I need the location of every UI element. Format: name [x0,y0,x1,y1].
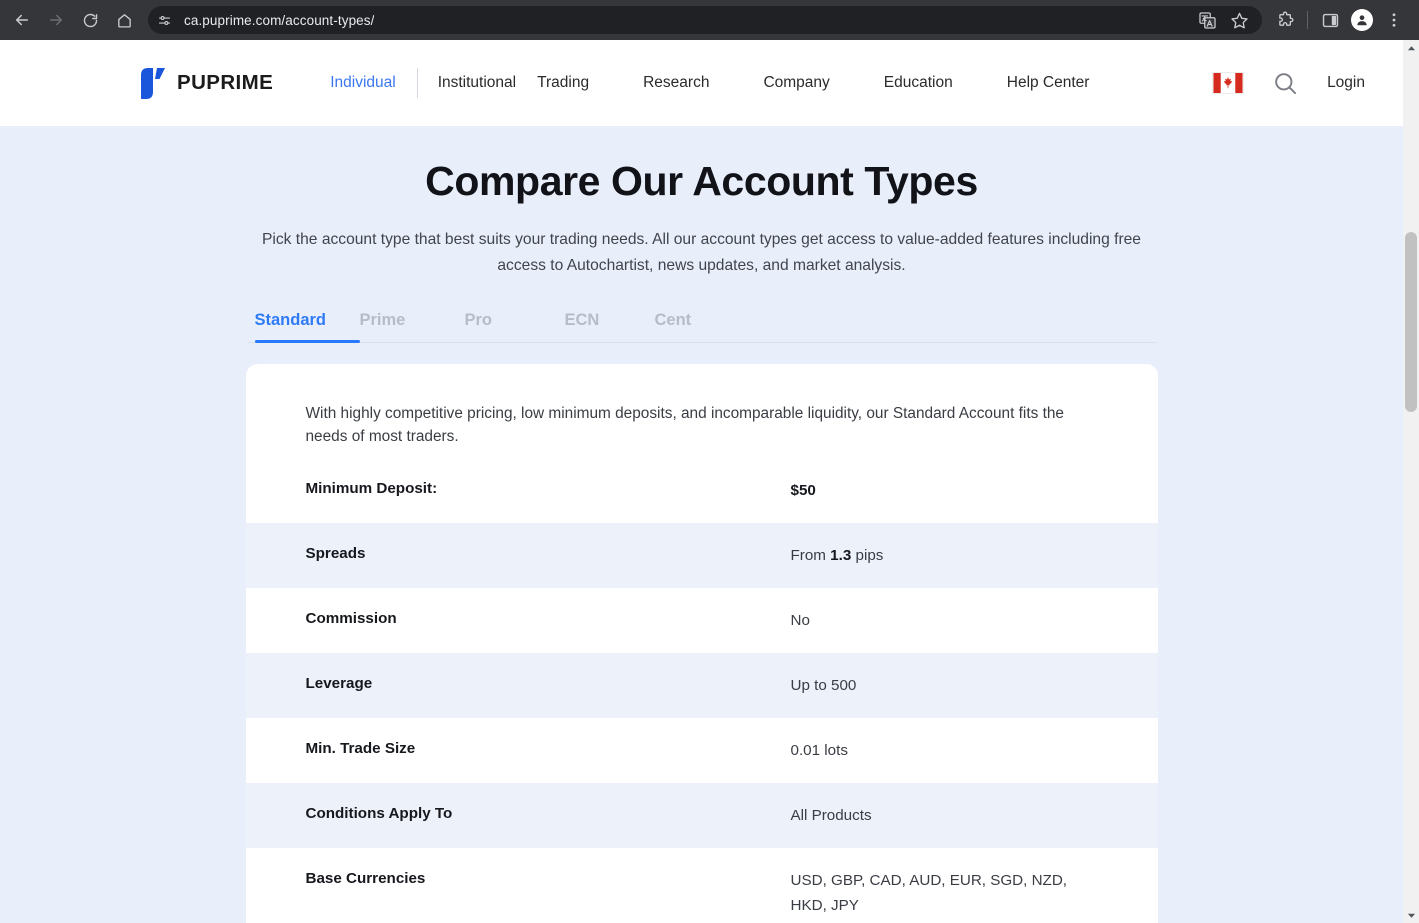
chrome-right-actions [1270,5,1409,35]
tab-prime[interactable]: Prime [360,311,465,342]
back-button[interactable] [6,4,38,36]
side-panel-button[interactable] [1315,5,1345,35]
page-viewport: PUPRIME Individual Institutional Trading… [0,40,1419,923]
row-value: All Products [790,807,872,824]
nav-divider [416,68,418,98]
translate-glyph-icon [1198,11,1216,29]
brand-name: PUPRIME [177,71,274,94]
nav-item-institutional[interactable]: Institutional [438,74,516,92]
chevron-up-icon [1407,45,1415,50]
chevron-down-icon [1407,913,1415,918]
nav-item-trading[interactable]: Trading [537,74,589,92]
table-row: Base Currencies USD, GBP, CAD, AUD, EUR,… [246,848,1158,923]
page-subtitle: Pick the account type that best suits yo… [262,231,1141,274]
search-button[interactable] [1272,70,1299,97]
row-value-strong: $50 [790,482,816,499]
chrome-menu-button[interactable] [1379,5,1409,35]
url-text: ca.puprime.com/account-types/ [184,12,375,28]
row-value: 0.01 lots [790,742,848,759]
nav-item-education[interactable]: Education [884,74,953,92]
side-panel-icon [1322,13,1338,27]
extensions-button[interactable] [1270,5,1300,35]
row-label: Commission [305,610,397,627]
row-value-prefix: From [790,547,831,564]
forward-arrow-icon [50,14,62,26]
puprime-logo-icon [141,68,165,99]
site-header: PUPRIME Individual Institutional Trading… [0,40,1403,126]
puzzle-piece-icon [1278,11,1293,26]
avatar [1351,9,1373,31]
tab-cent[interactable]: Cent [655,311,692,342]
row-value-suffix: pips [851,547,884,564]
omnibox-actions [1196,9,1250,31]
browser-toolbar: ca.puprime.com/account-types/ [0,0,1419,40]
table-row: Leverage Up to 500 [245,653,1158,718]
tab-standard[interactable]: Standard [254,311,360,343]
home-button[interactable] [108,4,140,36]
brand-logo[interactable]: PUPRIME [138,65,273,101]
row-label: Base Currencies [305,870,426,887]
row-label: Conditions Apply To [305,805,453,822]
nav-item-individual[interactable]: Individual [330,74,396,92]
row-value: USD, GBP, CAD, AUD, EUR, SGD, NZD, HKD, … [790,872,1068,914]
row-value: No [790,612,810,629]
scrollbar-thumb[interactable] [1405,232,1417,412]
forward-button[interactable] [40,4,72,36]
scroll-up-button[interactable] [1403,40,1419,56]
header-right-actions: Login [1212,70,1403,97]
page-scrollbar[interactable] [1403,40,1419,923]
person-icon [1357,15,1367,26]
table-row: Minimum Deposit: $50 [246,464,1158,523]
search-icon [1275,72,1297,94]
account-details-card: With highly competitive pricing, low min… [245,364,1158,923]
tab-pro[interactable]: Pro [465,311,565,342]
table-row: Spreads From 1.3 pips [245,523,1158,588]
page-title: Compare Our Account Types [425,158,978,204]
row-value-strong: 1.3 [830,547,852,564]
nav-item-research[interactable]: Research [643,74,709,92]
three-dots-icon [1392,13,1396,27]
table-row: Commission No [246,588,1158,653]
hero-section: Compare Our Account Types Pick the accou… [0,126,1403,279]
back-arrow-icon [16,14,28,26]
translate-icon[interactable] [1196,9,1218,31]
account-description: With highly competitive pricing, low min… [305,405,1065,445]
row-label: Spreads [305,545,366,562]
row-value: From 1.3 pips [791,543,1098,568]
row-label: Leverage [305,675,373,692]
browser-nav-buttons [6,4,140,36]
row-label: Minimum Deposit: [305,480,438,497]
row-value: Up to 500 [790,677,857,694]
row-label: Min. Trade Size [305,740,416,757]
toolbar-divider [1307,11,1308,29]
table-row: Min. Trade Size 0.01 lots [246,718,1158,783]
account-type-tabs: Standard Prime Pro ECN Cent [246,311,1157,343]
reload-button[interactable] [74,4,106,36]
tab-ecn[interactable]: ECN [565,311,655,342]
nav-item-help-center[interactable]: Help Center [1007,74,1090,92]
star-glyph-icon [1230,12,1248,28]
address-bar[interactable]: ca.puprime.com/account-types/ [148,6,1262,34]
web-page: PUPRIME Individual Institutional Trading… [0,40,1403,923]
login-link[interactable]: Login [1327,74,1365,92]
bookmark-star-icon[interactable] [1228,9,1250,31]
profile-button[interactable] [1347,5,1377,35]
canada-flag-icon[interactable] [1212,72,1245,94]
home-icon [117,13,131,28]
main-navigation: Individual Institutional Trading Researc… [330,68,1089,98]
reload-icon [83,13,97,27]
site-info-button[interactable] [152,8,176,32]
tune-icon [158,15,170,25]
scroll-down-button[interactable] [1403,907,1419,923]
table-row: Conditions Apply To All Products [245,783,1158,848]
row-value: $50 [791,478,1098,503]
nav-item-company[interactable]: Company [763,74,829,92]
